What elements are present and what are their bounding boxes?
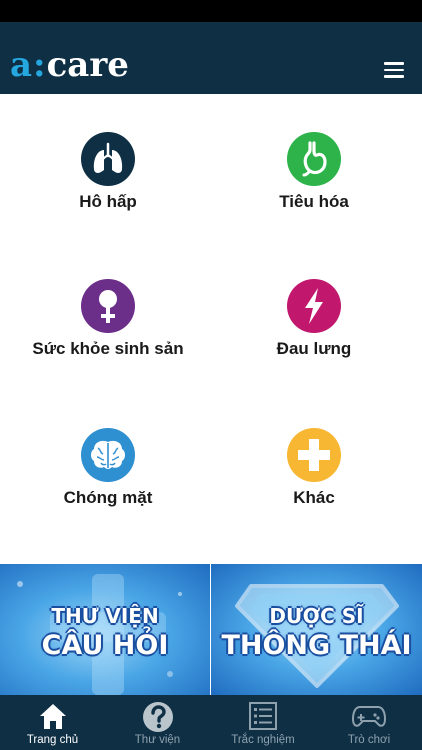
tab-label: Trắc nghiệm [231, 734, 295, 746]
list-icon [248, 701, 278, 736]
logo-a: a [10, 45, 33, 85]
gamepad-icon [351, 701, 387, 736]
tab-tro-choi[interactable]: Trò chơi [316, 695, 422, 750]
category-label: Sức khỏe sinh sản [32, 339, 184, 358]
tab-thu-vien[interactable]: Thư viện [105, 695, 210, 750]
category-chong-mat[interactable]: Chóng mặt [8, 428, 208, 508]
category-tieu-hoa[interactable]: Tiêu hóa [214, 132, 414, 212]
banner-thu-vien-cau-hoi[interactable]: THƯ VIỆN CÂU HỎI [0, 564, 210, 695]
banner-line1: DƯỢC SĨ [269, 604, 364, 628]
category-label: Hô hấp [79, 192, 137, 211]
bottom-nav: Trang chủ Thư viện Trắc nghiệm Trò chơi [0, 695, 422, 750]
category-label: Tiêu hóa [279, 192, 349, 211]
home-icon [38, 701, 68, 736]
question-icon [142, 701, 174, 738]
category-suc-khoe-sinh-san[interactable]: Sức khỏe sinh sản [8, 279, 208, 359]
logo-colon: : [33, 45, 46, 85]
status-bar [0, 0, 422, 22]
banner-duoc-si-thong-thai[interactable]: DƯỢC SĨ THÔNG THÁI [211, 564, 422, 695]
category-khac[interactable]: Khác [214, 428, 414, 508]
hamburger-icon[interactable] [384, 62, 404, 80]
banner-line2: CÂU HỎI [41, 630, 169, 661]
lightning-icon [287, 279, 341, 333]
tab-label: Thư viện [134, 734, 181, 746]
banner-line2: THÔNG THÁI [221, 630, 412, 661]
tab-trang-chu[interactable]: Trang chủ [0, 695, 105, 750]
lungs-icon [81, 132, 135, 186]
tab-trac-nghiem[interactable]: Trắc nghiệm [210, 695, 316, 750]
tab-label: Trang chủ [26, 734, 79, 746]
banner-line1: THƯ VIỆN [51, 604, 159, 628]
category-grid: Hô hấp Tiêu hóa Sức khỏe sinh sản Đau lư… [0, 94, 422, 564]
plus-cross-icon [287, 428, 341, 482]
banners: THƯ VIỆN CÂU HỎI DƯỢC SĨ THÔNG THÁI [0, 564, 422, 695]
app-header: a:care [0, 22, 422, 94]
stomach-icon [287, 132, 341, 186]
category-label: Chóng mặt [63, 488, 153, 507]
logo-care: care [46, 45, 129, 85]
category-label: Đau lưng [276, 339, 352, 358]
category-dau-lung[interactable]: Đau lưng [214, 279, 414, 359]
app-logo: a:care [10, 48, 129, 82]
brain-icon [81, 428, 135, 482]
female-symbol-icon [81, 279, 135, 333]
category-label: Khác [293, 488, 335, 507]
category-ho-hap[interactable]: Hô hấp [8, 132, 208, 212]
tab-label: Trò chơi [347, 734, 391, 746]
